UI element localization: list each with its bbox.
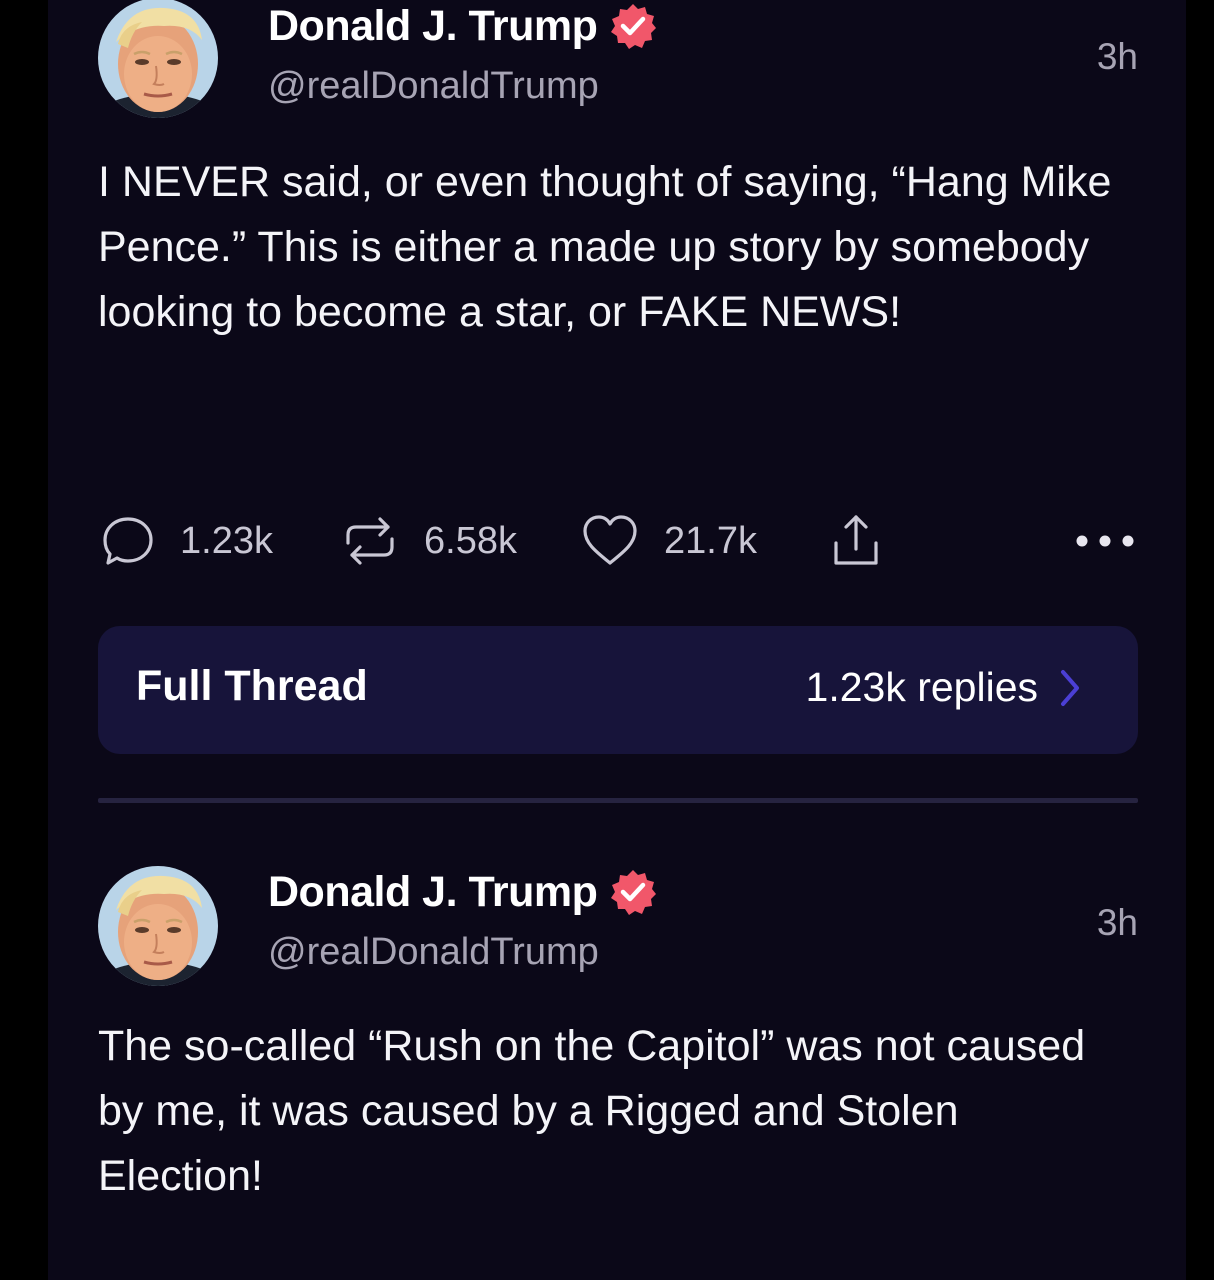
display-name[interactable]: Donald J. Trump [268,0,598,52]
more-dots-icon [1076,535,1134,547]
feed-screen: Donald J. Trump @realDonaldTrump 3h I NE… [48,0,1186,1280]
speech-bubble-icon [103,517,153,565]
name-row: Donald J. Trump [268,866,657,918]
post-divider [98,798,1138,803]
thread-replies: 1.23k replies [806,664,1082,711]
display-name[interactable]: Donald J. Trump [268,866,598,918]
share-upload-icon [834,515,878,565]
name-row: Donald J. Trump [268,0,657,52]
repost-count: 6.58k [424,519,517,562]
reply-count: 1.23k [180,519,273,562]
author-block: Donald J. Trump @realDonaldTrump [268,0,657,108]
full-thread-label: Full Thread [136,662,368,710]
author-block: Donald J. Trump @realDonaldTrump [268,866,657,974]
post-text: The so-called “Rush on the Capitol” was … [98,1022,1086,1200]
author-handle[interactable]: @realDonaldTrump [268,930,657,974]
author-handle[interactable]: @realDonaldTrump [268,64,657,108]
post-timestamp: 3h [1096,36,1138,77]
post-text: I NEVER said, or even thought of saying,… [98,158,1112,336]
verified-badge-icon [611,870,657,915]
post-actions: 1.23k 6.58k 21.7k [98,506,1138,576]
avatar[interactable] [98,866,218,986]
more-options-button[interactable] [1072,506,1138,576]
like-button[interactable]: 21.7k [580,506,757,576]
repost-button[interactable]: 6.58k [340,506,517,576]
repost-arrows-icon [346,517,394,565]
reply-button[interactable]: 1.23k [100,506,273,576]
avatar[interactable] [98,0,218,118]
share-button[interactable] [828,506,884,576]
like-count: 21.7k [664,519,757,562]
post-timestamp: 3h [1096,902,1138,943]
verified-badge-icon [611,4,657,49]
full-thread-button[interactable]: Full Thread 1.23k replies [98,626,1138,754]
heart-icon [583,515,637,565]
chevron-right-icon [1058,667,1082,709]
thread-replies-count: 1.23k replies [805,664,1038,710]
